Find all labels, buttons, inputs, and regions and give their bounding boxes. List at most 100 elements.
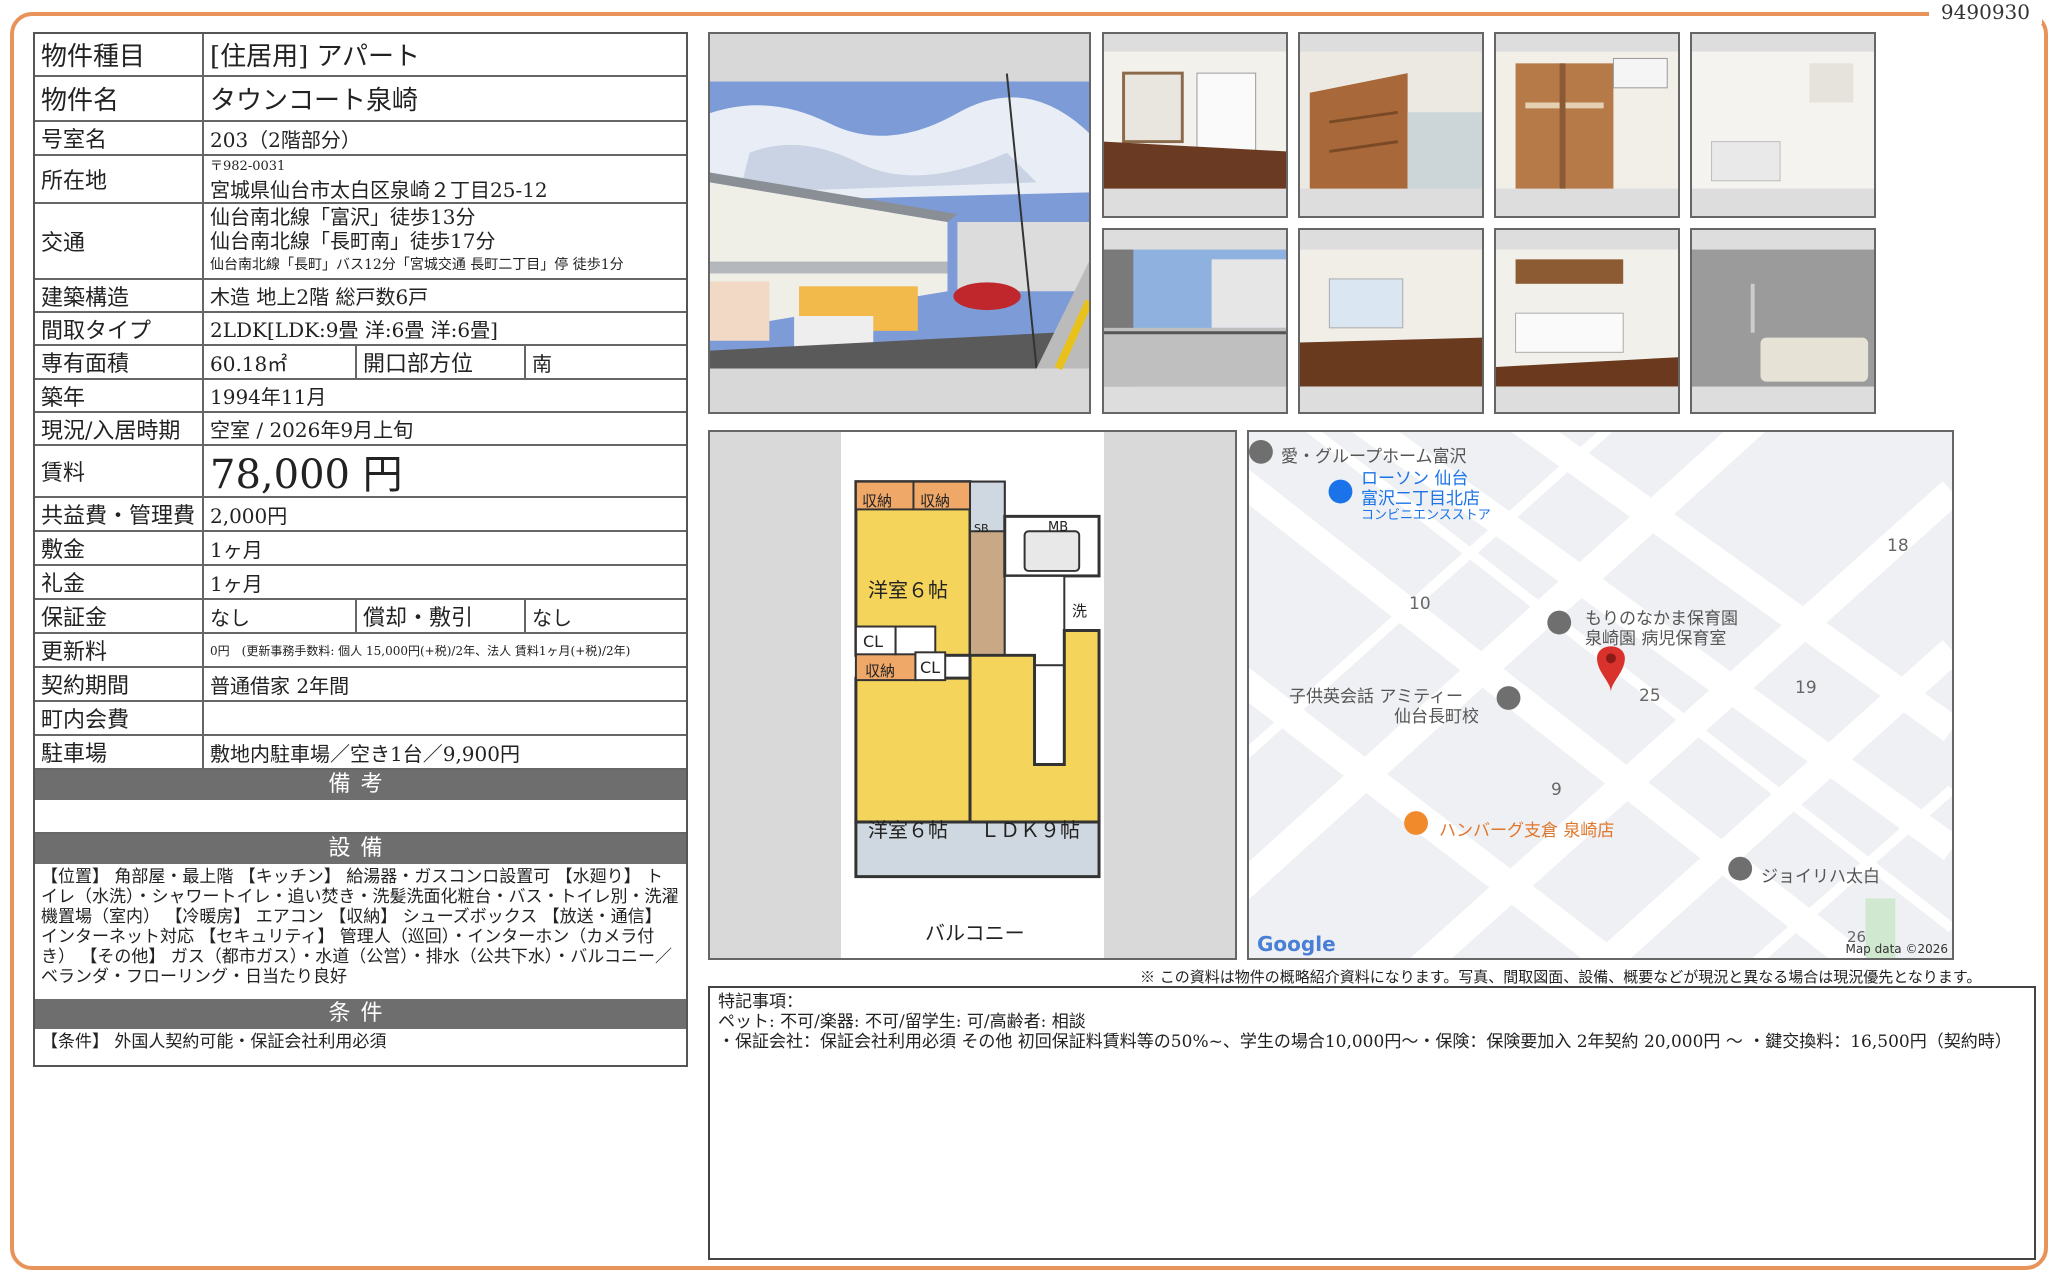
value-orientation: 南 bbox=[532, 351, 552, 376]
value-renewal: 0円 (更新事務手数料: 個人 15,000円(+税)/2年、法人 賃料1ヶ月(… bbox=[210, 643, 631, 658]
value-structure: 木造 地上2階 総戸数6戸 bbox=[210, 285, 429, 309]
map-number-1: 10 bbox=[1409, 594, 1431, 614]
value-area: 60.18㎡ bbox=[204, 346, 357, 378]
row-access: 交通 仙台南北線「富沢」徒歩13分 仙台南北線「長町南」徒歩17分 仙台南北線「… bbox=[35, 204, 686, 280]
value-room: 203（2階部分） bbox=[210, 127, 361, 152]
label-type: 物件種目 bbox=[35, 34, 204, 75]
map-number-2: 19 bbox=[1795, 678, 1817, 698]
label-orientation: 開口部方位 bbox=[357, 346, 526, 378]
property-info-table: 物件種目 [住居用] アパート 物件名 タウンコート泉崎 号室名 203（2階部… bbox=[33, 32, 688, 1067]
row-structure: 建築構造 木造 地上2階 総戸数6戸 bbox=[35, 280, 686, 313]
value-guarantee: なし bbox=[204, 600, 357, 632]
row-deposit: 敷金 1ヶ月 bbox=[35, 532, 686, 566]
balcony-photo bbox=[1102, 228, 1288, 414]
row-renewal: 更新料 0円 (更新事務手数料: 個人 15,000円(+税)/2年、法人 賃料… bbox=[35, 634, 686, 668]
floor-plan-storage-1: 収納 bbox=[862, 492, 893, 510]
value-access: 仙台南北線「富沢」徒歩13分 仙台南北線「長町南」徒歩17分 仙台南北線「長町」… bbox=[204, 204, 686, 278]
remarks-body bbox=[35, 800, 686, 834]
map-label-7: 仙台長町校 bbox=[1394, 707, 1479, 727]
value-key-money: 1ヶ月 bbox=[210, 571, 263, 596]
label-status: 現況/入居時期 bbox=[35, 413, 204, 444]
access-line-1: 仙台南北線「富沢」徒歩13分 bbox=[210, 205, 476, 229]
bathroom-photo bbox=[1690, 228, 1876, 414]
map-label-3: コンビニエンスストア bbox=[1361, 508, 1491, 523]
postal-code: 〒982-0031 bbox=[210, 159, 286, 174]
label-deposit: 敷金 bbox=[35, 532, 204, 564]
label-access: 交通 bbox=[35, 204, 204, 278]
interior-photo-3 bbox=[1494, 32, 1680, 218]
interior-photo-2 bbox=[1298, 32, 1484, 218]
interior-photo-4 bbox=[1690, 32, 1876, 218]
value-deposit: 1ヶ月 bbox=[210, 537, 263, 562]
row-layout: 間取タイプ 2LDK[LDK:9畳 洋:6畳 洋:6畳] bbox=[35, 313, 686, 346]
floor-plan-storage-2: 収納 bbox=[920, 492, 951, 510]
floor-plan-storage-3: 収納 bbox=[865, 662, 896, 680]
interior-photo-1 bbox=[1102, 32, 1288, 218]
map-number-3: 25 bbox=[1639, 686, 1661, 706]
row-name: 物件名 タウンコート泉崎 bbox=[35, 77, 686, 122]
map-number-0: 18 bbox=[1887, 536, 1909, 556]
value-rent: 78,000 円 bbox=[210, 452, 403, 498]
conditions-header: 条件 bbox=[35, 999, 686, 1029]
special-notes: 特記事項： ペット: 不可/楽器: 不可/留学生: 可/高齢者: 相談 ・保証会… bbox=[708, 986, 2036, 1260]
location-map: 愛・グループホーム富沢 ローソン 仙台 富沢二丁目北店 コンビニエンスストア も… bbox=[1247, 430, 1954, 960]
floor-plan-mb: MB bbox=[1048, 520, 1069, 535]
map-label-9: ジョイリハ太白 bbox=[1761, 867, 1880, 887]
special-title: 特記事項： bbox=[718, 992, 803, 1012]
row-room: 号室名 203（2階部分） bbox=[35, 122, 686, 156]
row-rent: 賃料 78,000 円 bbox=[35, 446, 686, 498]
row-address: 所在地 〒982-0031 宮城県仙台市太白区泉崎２丁目25-12 bbox=[35, 156, 686, 204]
floor-plan-cl-1: CL bbox=[863, 632, 884, 651]
floor-plan-room-1: 洋室６帖 bbox=[868, 578, 948, 602]
equipment-text: 【位置】 角部屋・最上階 【キッチン】 給湯器・ガスコンロ設置可 【水廻り】 ト… bbox=[41, 867, 679, 987]
value-community bbox=[204, 702, 686, 734]
equipment-header: 設備 bbox=[35, 834, 686, 864]
interior-photo-5 bbox=[1298, 228, 1484, 414]
label-room: 号室名 bbox=[35, 122, 204, 154]
value-amortization: なし bbox=[532, 605, 572, 630]
label-parking: 駐車場 bbox=[35, 736, 204, 768]
label-structure: 建築構造 bbox=[35, 280, 204, 311]
label-address: 所在地 bbox=[35, 156, 204, 202]
row-parking: 駐車場 敷地内駐車場／空き1台／9,900円 bbox=[35, 736, 686, 770]
remarks-header: 備考 bbox=[35, 770, 686, 800]
kitchen-photo bbox=[1494, 228, 1680, 414]
label-built: 築年 bbox=[35, 380, 204, 411]
row-area: 専有面積 60.18㎡ 開口部方位 南 bbox=[35, 346, 686, 380]
row-type: 物件種目 [住居用] アパート bbox=[35, 34, 686, 77]
special-line-1: ペット: 不可/楽器: 不可/留学生: 可/高齢者: 相談 bbox=[718, 1012, 1086, 1032]
value-address: 〒982-0031 宮城県仙台市太白区泉崎２丁目25-12 bbox=[204, 156, 686, 202]
floor-plan-cl-2: CL bbox=[920, 658, 941, 677]
address-text: 宮城県仙台市太白区泉崎２丁目25-12 bbox=[210, 178, 548, 202]
value-layout: 2LDK[LDK:9畳 洋:6畳 洋:6畳] bbox=[210, 318, 498, 342]
map-number-4: 9 bbox=[1551, 780, 1562, 800]
label-layout: 間取タイプ bbox=[35, 313, 204, 344]
row-guarantee: 保証金 なし 償却・敷引 なし bbox=[35, 600, 686, 634]
access-line-3: 仙台南北線「長町」バス12分「宮城交通 長町二丁目」停 徒歩1分 bbox=[210, 257, 624, 273]
value-parking: 敷地内駐車場／空き1台／9,900円 bbox=[210, 741, 520, 766]
floor-plan: 洋室６帖 洋室６帖 ＬＤＫ９帖 バルコニー 収納 収納 収納 CL CL MB … bbox=[708, 430, 1237, 960]
label-contract: 契約期間 bbox=[35, 668, 204, 700]
label-area: 専有面積 bbox=[35, 346, 204, 378]
map-label-5: 泉崎園 病児保育室 bbox=[1585, 629, 1727, 649]
label-renewal: 更新料 bbox=[35, 634, 204, 666]
value-name: タウンコート泉崎 bbox=[210, 86, 419, 116]
label-rent: 賃料 bbox=[35, 446, 204, 496]
value-contract: 普通借家 2年間 bbox=[210, 673, 350, 698]
floor-plan-sb: SB bbox=[974, 522, 989, 535]
map-credit: Map data ©2026 bbox=[1845, 942, 1948, 956]
row-built: 築年 1994年11月 bbox=[35, 380, 686, 413]
label-name: 物件名 bbox=[35, 77, 204, 120]
label-key-money: 礼金 bbox=[35, 566, 204, 598]
row-community: 町内会費 bbox=[35, 702, 686, 736]
floor-plan-room-2: 洋室６帖 bbox=[868, 818, 948, 842]
disclaimer: ※ この資料は物件の概略紹介資料になります。写真、間取図面、設備、概要などが現況… bbox=[1140, 968, 1982, 986]
label-amortization: 償却・敷引 bbox=[357, 600, 526, 632]
value-type: [住居用] アパート bbox=[210, 42, 421, 72]
map-label-8: ハンバーグ支倉 泉崎店 bbox=[1439, 821, 1615, 841]
value-common: 2,000円 bbox=[210, 503, 288, 528]
special-line-2: ・保証会社：保証会社利用必須 その他 初回保証料賃料等の50%~、学生の場合10… bbox=[718, 1032, 2012, 1052]
value-status: 空室 / 2026年9月上旬 bbox=[210, 418, 414, 442]
row-common: 共益費・管理費 2,000円 bbox=[35, 498, 686, 532]
value-built: 1994年11月 bbox=[210, 385, 327, 409]
